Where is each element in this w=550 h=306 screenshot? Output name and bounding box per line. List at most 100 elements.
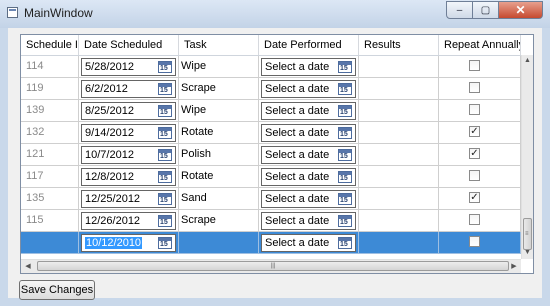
date-performed-cell[interactable]: Select a date 15 (259, 188, 359, 210)
calendar-icon[interactable]: 15 (338, 127, 352, 139)
results-cell[interactable] (359, 56, 439, 78)
calendar-icon[interactable]: 15 (338, 171, 352, 183)
schedule-id-cell[interactable]: 132 (21, 122, 79, 144)
column-header-task[interactable]: Task (179, 35, 259, 55)
date-performed-picker[interactable]: Select a date 15 (261, 146, 356, 164)
date-performed-picker[interactable]: Select a date 15 (261, 124, 356, 142)
date-performed-placeholder[interactable]: Select a date (265, 105, 329, 117)
task-cell[interactable]: Scrape (179, 78, 259, 100)
calendar-icon[interactable]: 15 (338, 193, 352, 205)
vertical-scrollbar[interactable]: ▲ ≡ ▼ (521, 55, 533, 259)
repeat-annually-cell[interactable] (439, 78, 521, 100)
repeat-annually-checkbox[interactable]: ✓ (469, 148, 480, 159)
date-scheduled-picker[interactable]: 12/26/2012 15 (81, 212, 176, 230)
calendar-icon[interactable]: 15 (338, 149, 352, 161)
table-row[interactable]: 117 12/8/2012 15 Rotate Select a date 15 (21, 166, 521, 188)
repeat-annually-cell[interactable]: ✓ (439, 122, 521, 144)
calendar-icon[interactable]: 15 (158, 237, 172, 249)
horizontal-scrollbar[interactable]: ◀ ||| ▶ (21, 259, 521, 273)
table-row[interactable]: 114 5/28/2012 15 Wipe Select a date 15 (21, 56, 521, 78)
repeat-annually-checkbox[interactable] (469, 60, 480, 71)
date-performed-cell[interactable]: Select a date 15 (259, 100, 359, 122)
table-row[interactable]: 135 12/25/2012 15 Sand Select a date 15 ✓ (21, 188, 521, 210)
task-cell[interactable]: Sand (179, 188, 259, 210)
date-scheduled-value[interactable]: 8/25/2012 (85, 105, 134, 117)
results-cell[interactable] (359, 188, 439, 210)
date-performed-cell[interactable]: Select a date 15 (259, 56, 359, 78)
schedule-id-cell[interactable]: 117 (21, 166, 79, 188)
column-header-repeat-annually[interactable]: Repeat Annually (439, 35, 521, 55)
results-cell[interactable] (359, 78, 439, 100)
repeat-annually-cell[interactable] (439, 56, 521, 78)
task-cell[interactable] (179, 232, 259, 254)
repeat-annually-cell[interactable] (439, 166, 521, 188)
date-performed-picker[interactable]: Select a date 15 (261, 168, 356, 186)
schedule-id-cell[interactable]: 135 (21, 188, 79, 210)
date-performed-placeholder[interactable]: Select a date (265, 127, 329, 139)
date-performed-cell[interactable]: Select a date 15 (259, 78, 359, 100)
maximize-button[interactable]: ▢ (473, 1, 499, 19)
horizontal-scroll-thumb[interactable]: ||| (37, 261, 509, 271)
minimize-button[interactable]: – (446, 1, 473, 19)
date-performed-picker[interactable]: Select a date 15 (261, 102, 356, 120)
date-scheduled-cell[interactable]: 8/25/2012 15 (79, 100, 179, 122)
date-performed-placeholder[interactable]: Select a date (265, 193, 329, 205)
close-button[interactable]: ✕ (499, 1, 543, 19)
calendar-icon[interactable]: 15 (158, 171, 172, 183)
column-header-results[interactable]: Results (359, 35, 439, 55)
date-scheduled-value[interactable]: 12/26/2012 (85, 215, 140, 227)
task-cell[interactable]: Rotate (179, 166, 259, 188)
date-performed-cell[interactable]: Select a date 15 (259, 166, 359, 188)
table-row[interactable]: 132 9/14/2012 15 Rotate Select a date 15 ✓ (21, 122, 521, 144)
table-row[interactable]: 115 12/26/2012 15 Scrape Select a date 15 (21, 210, 521, 232)
task-cell[interactable]: Polish (179, 144, 259, 166)
calendar-icon[interactable]: 15 (338, 215, 352, 227)
repeat-annually-checkbox[interactable]: ✓ (469, 126, 480, 137)
task-cell[interactable]: Wipe (179, 100, 259, 122)
task-cell[interactable]: Scrape (179, 210, 259, 232)
scroll-down-icon[interactable]: ▼ (523, 248, 532, 258)
repeat-annually-checkbox[interactable] (469, 104, 480, 115)
save-changes-button[interactable]: Save Changes (19, 280, 95, 300)
date-scheduled-cell[interactable]: 6/2/2012 15 (79, 78, 179, 100)
date-scheduled-picker[interactable]: 12/25/2012 15 (81, 190, 176, 208)
calendar-icon[interactable]: 15 (158, 105, 172, 117)
calendar-icon[interactable]: 15 (158, 149, 172, 161)
calendar-icon[interactable]: 15 (338, 105, 352, 117)
schedule-data-grid[interactable]: Schedule Id Date Scheduled Task Date Per… (20, 34, 534, 274)
schedule-id-cell[interactable]: 139 (21, 100, 79, 122)
date-scheduled-cell[interactable]: 9/14/2012 15 (79, 122, 179, 144)
table-row[interactable]: 10/12/2010 15 Select a date 15 (21, 232, 521, 254)
date-scheduled-cell[interactable]: 12/26/2012 15 (79, 210, 179, 232)
date-scheduled-value[interactable]: 10/7/2012 (85, 149, 134, 161)
date-scheduled-picker[interactable]: 6/2/2012 15 (81, 80, 176, 98)
repeat-annually-cell[interactable] (439, 232, 521, 254)
date-scheduled-cell[interactable]: 10/7/2012 15 (79, 144, 179, 166)
date-performed-placeholder[interactable]: Select a date (265, 149, 329, 161)
date-performed-picker[interactable]: Select a date 15 (261, 58, 356, 76)
repeat-annually-cell[interactable] (439, 210, 521, 232)
results-cell[interactable] (359, 144, 439, 166)
date-scheduled-value[interactable]: 9/14/2012 (85, 127, 134, 139)
date-scheduled-value[interactable]: 6/2/2012 (85, 83, 128, 95)
scroll-right-icon[interactable]: ▶ (508, 261, 520, 272)
schedule-id-cell[interactable] (21, 232, 79, 254)
date-performed-cell[interactable]: Select a date 15 (259, 232, 359, 254)
repeat-annually-checkbox[interactable]: ✓ (469, 192, 480, 203)
calendar-icon[interactable]: 15 (158, 83, 172, 95)
repeat-annually-checkbox[interactable] (469, 236, 480, 247)
repeat-annually-checkbox[interactable] (469, 214, 480, 225)
date-scheduled-value[interactable]: 10/12/2010 (85, 237, 143, 249)
date-scheduled-cell[interactable]: 10/12/2010 15 (79, 232, 179, 254)
date-scheduled-value[interactable]: 12/8/2012 (85, 171, 134, 183)
results-cell[interactable] (359, 100, 439, 122)
vertical-scroll-thumb[interactable]: ≡ (523, 218, 532, 250)
date-scheduled-value[interactable]: 12/25/2012 (85, 193, 140, 205)
calendar-icon[interactable]: 15 (158, 61, 172, 73)
calendar-icon[interactable]: 15 (338, 237, 352, 249)
date-performed-picker[interactable]: Select a date 15 (261, 212, 356, 230)
scroll-left-icon[interactable]: ◀ (22, 261, 34, 272)
calendar-icon[interactable]: 15 (338, 61, 352, 73)
date-scheduled-picker[interactable]: 5/28/2012 15 (81, 58, 176, 76)
results-cell[interactable] (359, 232, 439, 254)
